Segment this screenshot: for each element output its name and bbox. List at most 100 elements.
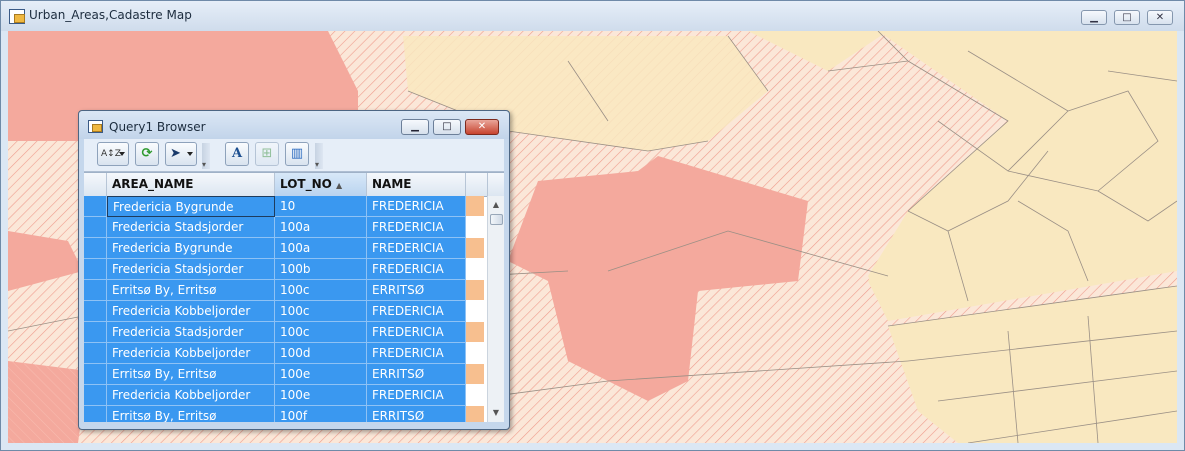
name-cell[interactable]: FREDERICIA xyxy=(367,343,466,364)
row-indicator[interactable] xyxy=(84,217,107,238)
column-header-lot-no[interactable]: LOT_NO ▲ xyxy=(275,173,367,196)
browser-icon xyxy=(88,120,103,133)
area-name-cell[interactable]: Fredericia Kobbeljorder xyxy=(107,343,275,364)
query-browser-titlebar[interactable]: Query1 Browser ▁ □ ✕ xyxy=(79,111,509,139)
name-cell[interactable]: FREDERICIA xyxy=(367,217,466,238)
row-indicator[interactable] xyxy=(84,280,107,301)
scroll-down-icon[interactable]: ▼ xyxy=(488,406,504,420)
table-row[interactable]: Erritsø By, Erritsø 100e ERRITSØ xyxy=(84,364,484,385)
results-grid: AREA_NAME LOT_NO ▲ NAME Fredericia Bygru… xyxy=(84,172,504,422)
row-indicator[interactable] xyxy=(84,196,107,217)
row-indicator[interactable] xyxy=(84,343,107,364)
maximize-button[interactable]: □ xyxy=(1114,10,1140,25)
row-indicator[interactable] xyxy=(84,301,107,322)
column-label: AREA_NAME xyxy=(112,177,194,191)
name-cell[interactable]: ERRITSØ xyxy=(367,280,466,301)
name-cell[interactable]: ERRITSØ xyxy=(367,364,466,385)
window-titlebar[interactable]: Urban_Areas,Cadastre Map ▁ □ ✕ xyxy=(1,1,1184,31)
vertical-scrollbar[interactable]: ▲ ▼ xyxy=(487,196,504,422)
name-cell[interactable]: FREDERICIA xyxy=(367,238,466,259)
minimize-button[interactable]: ▁ xyxy=(1081,10,1107,25)
close-button[interactable]: ✕ xyxy=(1147,10,1173,25)
lot-no-cell[interactable]: 100c xyxy=(275,301,367,322)
window-title: Urban_Areas,Cadastre Map xyxy=(29,8,192,22)
select-dropdown-button[interactable]: ➤ xyxy=(165,142,197,166)
column-header-area-name[interactable]: AREA_NAME xyxy=(107,173,275,196)
sort-icon: A↕Z xyxy=(101,149,121,159)
cursor-arrow-icon: ➤ xyxy=(170,146,181,161)
table-row[interactable]: Erritsø By, Erritsø 100c ERRITSØ xyxy=(84,280,484,301)
area-name-cell[interactable]: Fredericia Bygrunde xyxy=(107,196,275,217)
toolbar-overflow-grip[interactable] xyxy=(202,143,210,169)
row-indicator[interactable] xyxy=(84,385,107,406)
row-indicator[interactable] xyxy=(84,238,107,259)
close-icon: ✕ xyxy=(477,121,487,132)
lot-no-cell[interactable]: 100a xyxy=(275,238,367,259)
row-indicator[interactable] xyxy=(84,364,107,385)
table-row[interactable]: Fredericia Stadsjorder 100c FREDERICIA xyxy=(84,322,484,343)
lot-no-cell[interactable]: 100e xyxy=(275,385,367,406)
column-header-name[interactable]: NAME xyxy=(367,173,466,196)
table-row[interactable]: Erritsø By, Erritsø 100f ERRITSØ xyxy=(84,406,484,422)
lot-no-cell[interactable]: 100b xyxy=(275,259,367,280)
columns-button[interactable]: ▥ xyxy=(285,142,309,166)
query-browser-window: Query1 Browser ▁ □ ✕ A↕Z ⟳ ➤ A ⊞ ▥ AREA_… xyxy=(78,110,510,430)
columns-icon: ▥ xyxy=(290,146,304,161)
refresh-button[interactable]: ⟳ xyxy=(135,142,159,166)
lot-no-cell[interactable]: 100a xyxy=(275,217,367,238)
table-row[interactable]: Fredericia Bygrunde 10 FREDERICIA xyxy=(84,196,484,217)
sort-ascending-icon: ▲ xyxy=(336,181,343,190)
lot-no-cell[interactable]: 10 xyxy=(275,196,367,217)
maximize-icon: □ xyxy=(442,121,452,132)
label-button[interactable]: A xyxy=(225,142,249,166)
lot-no-cell[interactable]: 100c xyxy=(275,280,367,301)
row-status-mark xyxy=(466,238,484,259)
table-row[interactable]: Fredericia Kobbeljorder 100c FREDERICIA xyxy=(84,301,484,322)
area-name-cell[interactable]: Fredericia Stadsjorder xyxy=(107,217,275,238)
row-indicator[interactable] xyxy=(84,322,107,343)
name-cell[interactable]: FREDERICIA xyxy=(367,322,466,343)
lot-no-cell[interactable]: 100c xyxy=(275,322,367,343)
toolbar-overflow-grip[interactable] xyxy=(315,143,323,169)
dropdown-arrow-icon xyxy=(119,152,125,156)
add-icon: ⊞ xyxy=(261,146,273,161)
select-all-corner[interactable] xyxy=(84,173,107,196)
column-label: LOT_NO xyxy=(280,177,332,191)
area-name-cell[interactable]: Erritsø By, Erritsø xyxy=(107,406,275,422)
area-name-cell[interactable]: Fredericia Kobbeljorder xyxy=(107,385,275,406)
area-name-cell[interactable]: Fredericia Stadsjorder xyxy=(107,259,275,280)
scroll-thumb[interactable] xyxy=(490,214,503,225)
qb-close-button[interactable]: ✕ xyxy=(465,119,499,135)
row-status-mark xyxy=(466,385,484,406)
name-cell[interactable]: FREDERICIA xyxy=(367,196,466,217)
table-row[interactable]: Fredericia Kobbeljorder 100e FREDERICIA xyxy=(84,385,484,406)
lot-no-cell[interactable]: 100d xyxy=(275,343,367,364)
table-row[interactable]: Fredericia Stadsjorder 100a FREDERICIA xyxy=(84,217,484,238)
name-cell[interactable]: FREDERICIA xyxy=(367,259,466,280)
area-name-cell[interactable]: Erritsø By, Erritsø xyxy=(107,364,275,385)
minimize-icon: ▁ xyxy=(411,121,419,132)
add-record-button[interactable]: ⊞ xyxy=(255,142,279,166)
table-row[interactable]: Fredericia Stadsjorder 100b FREDERICIA xyxy=(84,259,484,280)
row-status-mark xyxy=(466,322,484,343)
name-cell[interactable]: FREDERICIA xyxy=(367,301,466,322)
area-name-cell[interactable]: Fredericia Bygrunde xyxy=(107,238,275,259)
qb-maximize-button[interactable]: □ xyxy=(433,119,461,135)
minimize-icon: ▁ xyxy=(1090,12,1098,23)
area-name-cell[interactable]: Erritsø By, Erritsø xyxy=(107,280,275,301)
lot-no-cell[interactable]: 100e xyxy=(275,364,367,385)
row-indicator[interactable] xyxy=(84,259,107,280)
name-cell[interactable]: FREDERICIA xyxy=(367,385,466,406)
urban-area-red-bottom xyxy=(8,361,88,443)
qb-minimize-button[interactable]: ▁ xyxy=(401,119,429,135)
lot-no-cell[interactable]: 100f xyxy=(275,406,367,422)
scroll-up-icon[interactable]: ▲ xyxy=(488,198,504,212)
table-row[interactable]: Fredericia Bygrunde 100a FREDERICIA xyxy=(84,238,484,259)
row-indicator[interactable] xyxy=(84,406,107,422)
close-icon: ✕ xyxy=(1155,12,1165,23)
table-row[interactable]: Fredericia Kobbeljorder 100d FREDERICIA xyxy=(84,343,484,364)
name-cell[interactable]: ERRITSØ xyxy=(367,406,466,422)
area-name-cell[interactable]: Fredericia Stadsjorder xyxy=(107,322,275,343)
sort-dropdown-button[interactable]: A↕Z xyxy=(97,142,129,166)
area-name-cell[interactable]: Fredericia Kobbeljorder xyxy=(107,301,275,322)
